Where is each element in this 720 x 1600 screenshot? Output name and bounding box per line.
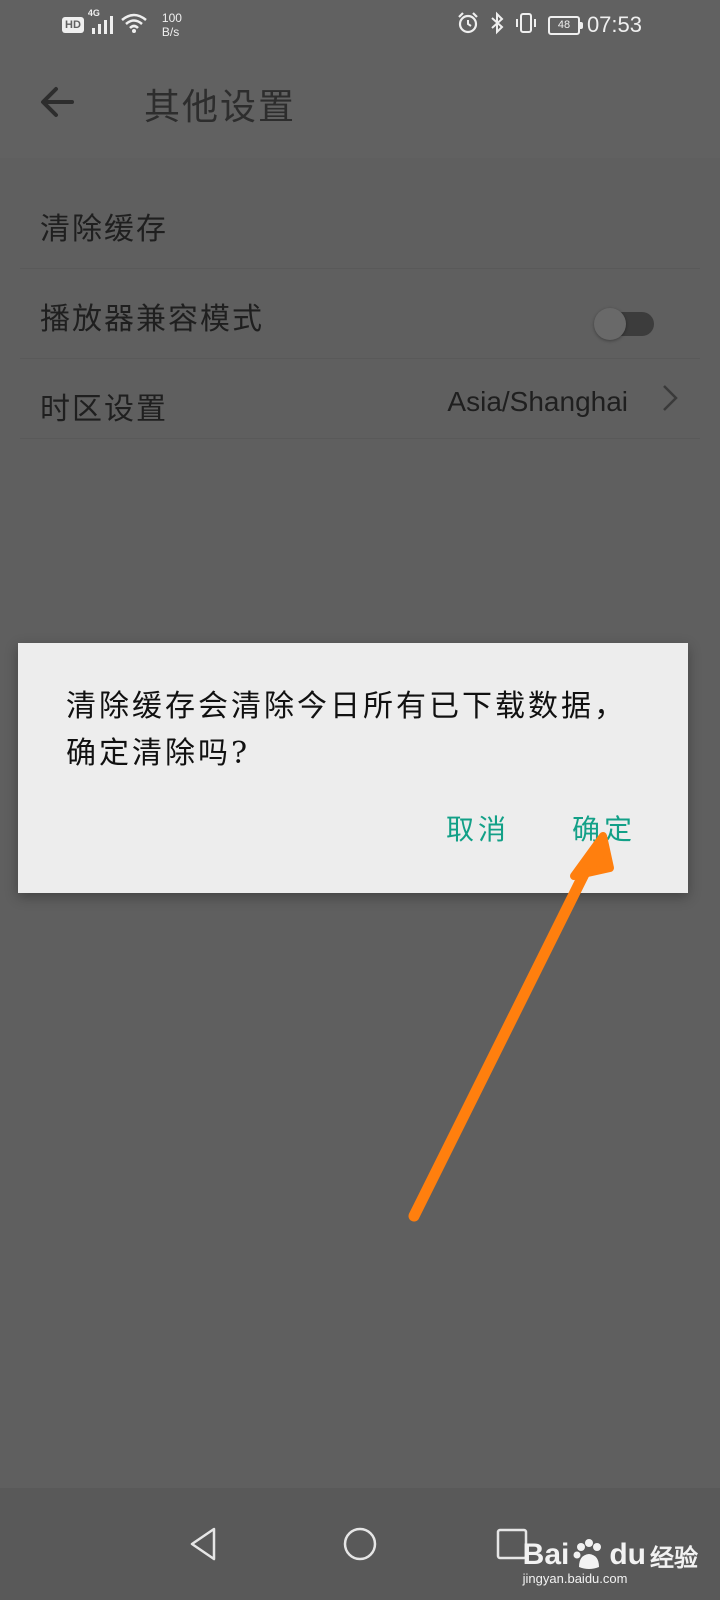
status-bar: HD 4G 100 B/s 48 07:53 — [0, 0, 720, 50]
wifi-icon — [120, 12, 148, 39]
clear-cache-label: 清除缓存 — [40, 212, 168, 247]
back-button[interactable] — [36, 80, 80, 124]
paw-icon — [573, 1539, 602, 1569]
bluetooth-icon — [490, 11, 504, 40]
confirm-button[interactable]: 确定 — [572, 808, 636, 848]
setting-clear-cache[interactable]: 清除缓存 — [20, 178, 700, 269]
app-bar: 其他设置 — [0, 50, 720, 158]
setting-player-compat: 播放器兼容模式 — [20, 268, 700, 359]
nav-back-icon[interactable] — [184, 1524, 224, 1564]
timezone-label: 时区设置 — [40, 392, 168, 427]
arrow-left-icon — [41, 87, 74, 117]
signal-icon: 4G — [88, 8, 114, 36]
status-left: HD 4G 100 B/s — [62, 8, 182, 40]
timezone-value: Asia/Shanghai — [447, 386, 628, 417]
nav-home-icon[interactable] — [340, 1524, 380, 1564]
player-compat-label: 播放器兼容模式 — [40, 302, 264, 337]
setting-timezone[interactable]: 时区设置 Asia/Shanghai — [20, 358, 700, 439]
battery-icon: 48 — [548, 15, 583, 35]
status-right: 48 — [456, 10, 583, 40]
watermark-logo: Bai du 经验 — [522, 1538, 698, 1572]
watermark-url: jingyan.baidu.com — [522, 1571, 628, 1586]
network-speed: 100 B/s — [161, 11, 182, 39]
clock: 07:53 — [586, 12, 642, 37]
hd-badge: HD — [62, 17, 84, 33]
alarm-icon — [456, 11, 480, 40]
chevron-right-icon — [663, 385, 678, 411]
page-title: 其他设置 — [144, 87, 297, 128]
dialog-message: 清除缓存会清除今日所有已下载数据，确定清除吗? — [66, 689, 627, 771]
baidu-jingyan-watermark: Bai du 经验 jingyan.baidu.com — [523, 1537, 698, 1586]
clear-cache-dialog: 清除缓存会清除今日所有已下载数据，确定清除吗? 取消 确定 — [18, 643, 688, 893]
navigation-bar: Bai du 经验 jingyan.baidu.com — [0, 1488, 720, 1600]
toggle-knob — [594, 308, 626, 340]
player-compat-toggle[interactable] — [594, 308, 654, 340]
cancel-button[interactable]: 取消 — [446, 808, 510, 848]
vibrate-icon — [514, 11, 538, 40]
